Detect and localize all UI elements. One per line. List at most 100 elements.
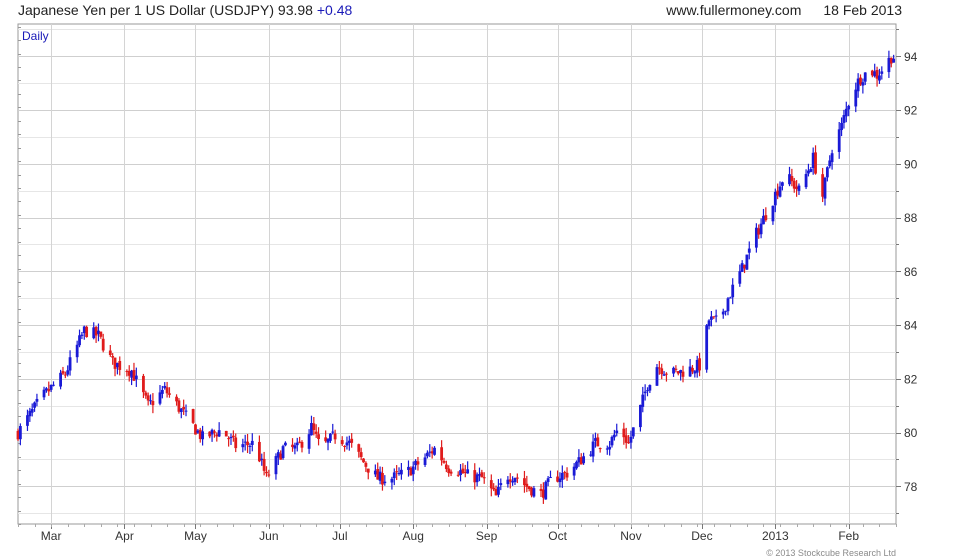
candle-up: [42, 389, 46, 398]
candle-down: [151, 401, 155, 406]
candle-up: [66, 370, 70, 375]
copyright-note: © 2013 Stockcube Research Ltd: [766, 548, 896, 558]
candle-up: [331, 431, 335, 433]
candle-up: [738, 271, 742, 284]
y-tick-label: 84: [904, 319, 918, 333]
candle-up: [830, 153, 834, 163]
candle-up: [591, 441, 595, 457]
candle-up: [423, 457, 427, 465]
candle-down: [63, 374, 67, 376]
candle-up: [771, 205, 775, 222]
candle-up: [499, 483, 503, 486]
candle-up: [560, 472, 564, 480]
usdjpy-chart: 78 80 82 84 86 88 90 92 94 Mar Apr May Jun Jul Aug Sep O…: [16, 23, 918, 543]
candle-up: [844, 108, 848, 117]
candle-down: [142, 375, 145, 393]
candle-up: [639, 404, 642, 428]
candle-down: [234, 437, 238, 449]
candle-down: [182, 406, 186, 410]
candle-up: [854, 89, 858, 107]
candle-down: [440, 447, 444, 461]
x-tick-label: Jun: [259, 529, 278, 543]
candle-down: [660, 368, 664, 375]
candle-down: [442, 460, 446, 463]
candle-down: [85, 326, 89, 338]
candle-up: [575, 461, 578, 469]
candle-up: [433, 447, 436, 455]
candle-down: [444, 464, 448, 470]
candle-up: [747, 248, 751, 253]
candle-up: [274, 456, 278, 475]
candle-down: [265, 471, 268, 474]
candle-up: [878, 75, 881, 81]
candle-up: [383, 481, 387, 484]
candle-up: [781, 182, 784, 186]
candle-up: [549, 477, 552, 479]
candle-up: [532, 488, 536, 497]
candle-down: [480, 472, 484, 478]
candle-down: [340, 440, 344, 445]
candle-up: [804, 174, 808, 188]
candle-down: [674, 368, 678, 370]
candle-down: [698, 358, 701, 371]
candle-down: [108, 350, 112, 355]
candle-down: [764, 215, 768, 221]
candle-up: [68, 357, 72, 371]
candle-up: [35, 398, 39, 402]
candle-up: [426, 452, 429, 457]
y-tick-label: 94: [904, 50, 918, 64]
candle-down: [482, 477, 486, 479]
candle-up: [707, 320, 711, 327]
x-tick-label: Sep: [476, 529, 498, 543]
candle-up: [840, 122, 843, 131]
candle-up: [648, 385, 652, 391]
candle-up: [745, 254, 749, 270]
candle-down: [257, 441, 261, 462]
candle-down: [814, 152, 817, 174]
candle-down: [312, 423, 316, 431]
candle-up: [184, 410, 188, 412]
candle-down: [515, 477, 519, 479]
candle-down: [416, 461, 420, 465]
candle-down: [366, 468, 370, 473]
candle-down: [213, 431, 216, 433]
candle-up: [466, 469, 470, 474]
candle-down: [624, 435, 628, 443]
candle-up: [134, 375, 138, 380]
candle-down: [681, 371, 685, 377]
candle-up: [610, 436, 614, 446]
y-tick-label: 92: [904, 104, 918, 118]
candle-up: [217, 430, 221, 437]
candle-down: [790, 176, 794, 182]
candle-up: [863, 72, 867, 82]
candle-up: [631, 427, 635, 437]
candle-down: [246, 441, 249, 446]
candle-down: [665, 373, 668, 375]
candle-up: [612, 434, 616, 438]
candle-down: [227, 438, 231, 440]
candle-up: [392, 472, 396, 479]
candle-up: [411, 466, 415, 475]
candle-up: [30, 408, 34, 413]
candle-up: [608, 446, 612, 450]
candle-down: [362, 458, 365, 463]
candle-up: [26, 415, 29, 426]
candle-up: [892, 58, 896, 63]
candle-up: [497, 486, 500, 495]
candle-down: [191, 409, 195, 423]
candle-up: [809, 168, 813, 172]
candle-up: [759, 223, 763, 235]
candle-up: [248, 445, 252, 447]
candle-down: [99, 331, 103, 337]
candle-down: [357, 444, 361, 452]
y-tick-label: 90: [904, 157, 918, 171]
candle-up: [250, 440, 254, 445]
candle-up: [59, 372, 62, 387]
candle-down: [61, 371, 65, 374]
candle-up: [281, 446, 285, 459]
candle-up: [643, 391, 647, 394]
x-tick-label: Aug: [403, 529, 424, 543]
y-tick-label: 86: [904, 265, 918, 279]
candle-down: [314, 431, 318, 434]
candle-up: [837, 129, 841, 152]
